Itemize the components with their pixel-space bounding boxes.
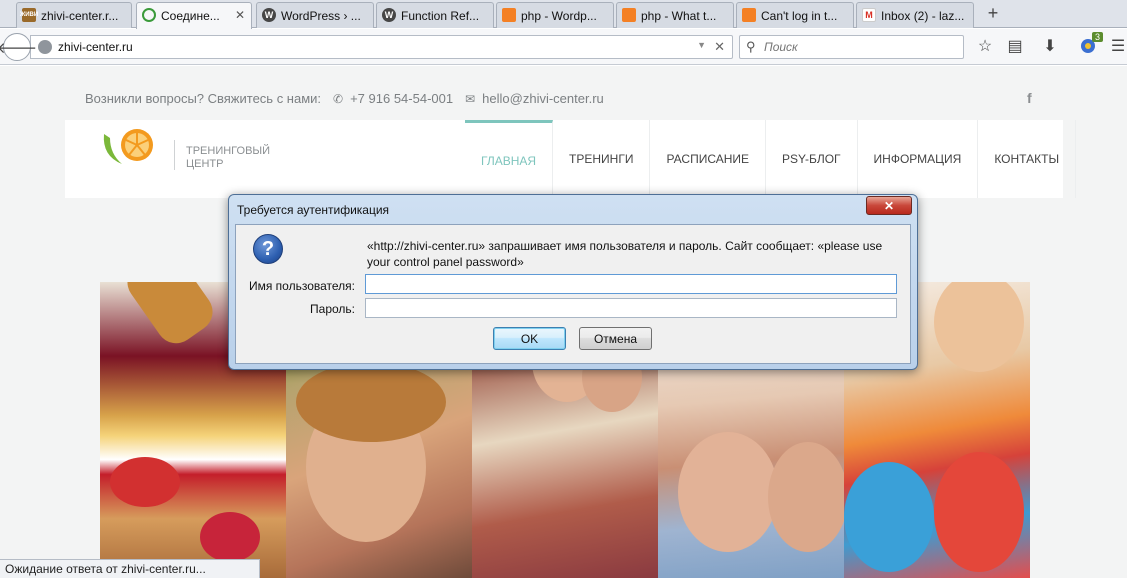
tab-title: zhivi-center.r... [41, 8, 119, 23]
tab-wordpress[interactable]: W WordPress › ... [256, 2, 374, 28]
tab-function-reference[interactable]: W Function Ref... [376, 2, 494, 28]
logo-line-2: ЦЕНТР [186, 158, 224, 170]
url-text: zhivi-center.ru [58, 40, 133, 54]
gmail-icon: M [862, 8, 876, 22]
tab-title: php - What t... [641, 8, 717, 23]
contact-bar: Возникли вопросы? Свяжитесь с нами: ✆ +7… [85, 91, 604, 106]
phone-link[interactable]: +7 916 54-54-001 [350, 91, 453, 106]
password-label: Пароль: [310, 302, 355, 316]
status-bar: Ожидание ответа от zhivi-center.ru... [0, 559, 260, 578]
dialog-message: «http://zhivi-center.ru» запрашивает имя… [367, 239, 883, 269]
tab-zhivi-center[interactable]: ЖИВИ zhivi-center.r... [16, 2, 132, 28]
tab-inbox[interactable]: M Inbox (2) - laz... [856, 2, 974, 28]
globe-icon [38, 40, 52, 54]
search-bar[interactable]: ⚲ [739, 35, 964, 59]
logo-text: ТРЕНИНГОВЫЙ ЦЕНТР [186, 145, 270, 171]
orange-slice-logo-icon[interactable] [100, 128, 158, 168]
phone-icon: ✆ [333, 91, 344, 106]
menu-item-schedule[interactable]: РАСПИСАНИЕ [650, 120, 767, 198]
tab-close-icon[interactable]: ✕ [235, 8, 245, 22]
menu-item-information[interactable]: ИНФОРМАЦИЯ [858, 120, 979, 198]
tab-title: WordPress › ... [281, 8, 361, 23]
site-favicon-icon: ЖИВИ [20, 8, 38, 22]
tab-title: php - Wordp... [521, 8, 597, 23]
question-icon: ? [253, 234, 283, 264]
tab-title: Function Ref... [401, 8, 480, 23]
loading-spinner-icon [142, 8, 156, 22]
dialog-close-button[interactable]: ✕ [866, 196, 912, 215]
main-menu: ГЛАВНАЯ ТРЕНИНГИ РАСПИСАНИЕ PSY-БЛОГ ИНФ… [465, 120, 1077, 198]
stackoverflow-icon [622, 8, 636, 22]
back-button[interactable]: 🡐 [0, 33, 37, 61]
menu-item-trainings[interactable]: ТРЕНИНГИ [553, 120, 651, 198]
menu-item-home[interactable]: ГЛАВНАЯ [465, 120, 554, 198]
address-bar[interactable]: zhivi-center.ru ▼ ✕ [30, 35, 733, 59]
username-field[interactable] [365, 274, 897, 294]
close-icon: ✕ [883, 198, 895, 213]
tab-title: Can't log in t... [761, 8, 838, 23]
tab-title: Inbox (2) - laz... [881, 8, 965, 23]
logo-line-1: ТРЕНИНГОВЫЙ [186, 145, 271, 157]
dialog-title: Требуется аутентификация [237, 203, 390, 217]
logo-divider [174, 140, 175, 170]
email-link[interactable]: hello@zhivi-center.ru [482, 91, 604, 106]
auth-dialog: Требуется аутентификация ✕ ? «http://zhi… [228, 194, 918, 370]
reading-list-icon[interactable]: ▤ [1005, 37, 1025, 57]
download-icon[interactable]: ⬇ [1040, 37, 1060, 57]
search-input[interactable] [764, 39, 954, 55]
tab-php-wordpress[interactable]: php - Wordp... [496, 2, 614, 28]
username-label: Имя пользователя: [248, 279, 355, 293]
ok-button[interactable]: OK [493, 327, 566, 350]
tab-php-what[interactable]: php - What t... [616, 2, 734, 28]
dialog-body: ? «http://zhivi-center.ru» запрашивает и… [235, 224, 911, 364]
navigation-toolbar: zhivi-center.ru ▼ ✕ 🡐 ⚲ ☆ ▤ ⬇ ☰ [0, 29, 1127, 65]
tab-strip: ЖИВИ zhivi-center.r... Соедине... ✕ W Wo… [0, 0, 1127, 29]
tab-cant-log-in[interactable]: Can't log in t... [736, 2, 854, 28]
site-header: ТРЕНИНГОВЫЙ ЦЕНТР ГЛАВНАЯ ТРЕНИНГИ РАСПИ… [65, 120, 1077, 198]
bookmark-star-icon[interactable]: ☆ [975, 37, 995, 57]
wordpress-icon: W [382, 8, 396, 22]
menu-icon[interactable]: ☰ [1108, 37, 1127, 57]
chevron-down-icon[interactable]: ▼ [697, 40, 706, 50]
tab-title: Соедине... [161, 9, 220, 23]
contact-prompt: Возникли вопросы? Свяжитесь с нами: [85, 91, 322, 106]
menu-item-psy-blog[interactable]: PSY-БЛОГ [766, 120, 858, 198]
stackoverflow-icon [742, 8, 756, 22]
menu-item-contacts[interactable]: КОНТАКТЫ [978, 120, 1077, 198]
mail-icon: ✉ [465, 91, 476, 106]
password-field[interactable] [365, 298, 897, 318]
wordpress-icon: W [262, 8, 276, 22]
stop-icon[interactable]: ✕ [714, 39, 725, 55]
stackoverflow-icon [502, 8, 516, 22]
back-icon: 🡐 [0, 39, 38, 57]
tab-connecting[interactable]: Соедине... ✕ [136, 2, 252, 29]
search-icon: ⚲ [746, 39, 756, 54]
cancel-button[interactable]: Отмена [579, 327, 652, 350]
addon-badge: 3 [1092, 32, 1104, 42]
new-tab-button[interactable]: + [984, 3, 1002, 23]
facebook-icon[interactable]: f [1027, 90, 1032, 106]
